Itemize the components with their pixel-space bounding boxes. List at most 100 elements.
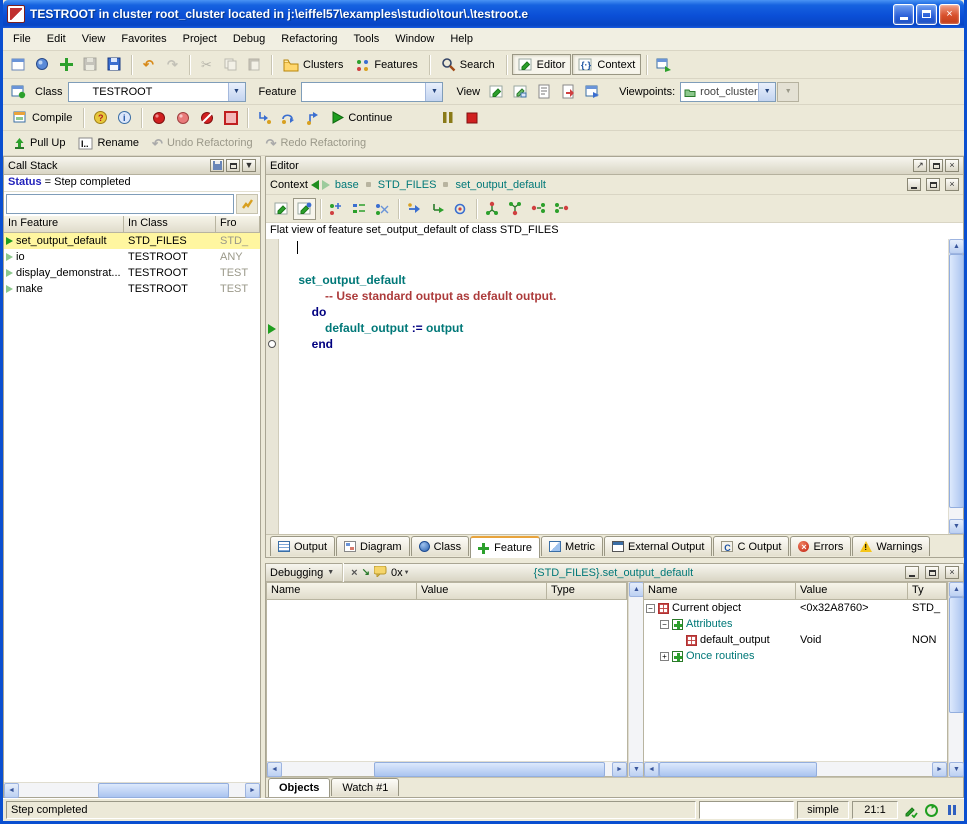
descendants-icon[interactable] [504,198,527,220]
menu-refactoring[interactable]: Refactoring [273,31,345,47]
code-area[interactable]: set_output_default -- Use standard outpu… [279,239,948,534]
undo-refactoring-button[interactable]: ↶ Undo Refactoring [146,134,259,153]
cut-icon[interactable]: ✂ [195,54,218,76]
enable-breakpoints-icon[interactable] [147,107,170,129]
scroll-up-icon[interactable]: ▲ [629,582,644,597]
restore-button[interactable] [916,4,937,25]
flat-contract-view-icon[interactable] [371,198,394,220]
view-open-window-icon[interactable] [581,81,604,103]
column-header-value[interactable]: Value [417,583,547,600]
save-all-icon[interactable] [103,54,126,76]
menu-help[interactable]: Help [442,31,481,47]
disable-breakpoints-icon[interactable] [171,107,194,129]
new-item-icon[interactable] [55,54,78,76]
maximize-panel-icon[interactable] [926,178,940,191]
column-header-name[interactable]: Name [267,583,417,600]
retarget-arrow-icon[interactable]: ↘ [362,567,370,578]
call-stack-row[interactable]: set_output_defaultSTD_FILESSTD_ [4,233,260,249]
tab-class[interactable]: Class [411,536,470,556]
collapse-icon[interactable]: − [660,620,669,629]
hex-format-button[interactable]: 0x▼ [391,567,410,579]
open-new-tab-icon[interactable] [652,54,675,76]
callees-icon[interactable] [550,198,573,220]
close-panel-icon[interactable]: × [945,178,959,191]
scroll-down-icon[interactable]: ▼ [949,519,964,534]
ancestors-icon[interactable] [481,198,504,220]
tab-output[interactable]: Output [270,536,335,556]
menu-project[interactable]: Project [175,31,225,47]
menu-favorites[interactable]: Favorites [113,31,174,47]
contract-view-icon[interactable] [325,198,348,220]
pull-up-button[interactable]: Pull Up [7,134,71,153]
tab-metric[interactable]: Metric [541,536,603,556]
clusters-button[interactable]: Clusters [277,55,349,75]
call-stack-filter-input[interactable] [6,194,234,214]
menu-file[interactable]: File [5,31,39,47]
column-header-in-feature[interactable]: In Feature [4,216,124,233]
history-back-icon[interactable] [311,180,319,190]
column-header-type[interactable]: Ty [908,583,947,600]
call-stack-row[interactable]: makeTESTROOTTEST [4,281,260,297]
result-view-icon[interactable] [426,198,449,220]
new-window-icon[interactable] [7,54,30,76]
step-out-icon[interactable] [301,107,324,129]
menu-tools[interactable]: Tools [346,31,388,47]
menu-edit[interactable]: Edit [39,31,74,47]
continue-button[interactable]: Continue [325,108,398,127]
chevron-down-icon[interactable]: ▼ [425,83,442,101]
scroll-down-icon[interactable]: ▼ [949,762,964,777]
minimize-panel-icon[interactable] [905,566,919,579]
call-stack-header[interactable]: Call Stack ▼ [4,157,260,175]
step-over-icon[interactable] [277,107,300,129]
tab-objects[interactable]: Objects [268,778,330,797]
titlebar[interactable]: TESTROOT in cluster root_cluster located… [3,0,964,28]
menu-view[interactable]: View [74,31,114,47]
column-header-name[interactable]: Name [644,583,796,600]
editor-toggle-button[interactable]: Editor [512,54,572,75]
dock-down-icon[interactable]: ▼ [242,159,256,172]
remove-breakpoints-icon[interactable] [195,107,218,129]
debugging-header[interactable]: Debugging ▼ × ↘ 0x▼ {STD_FILES}.set_outp… [266,564,963,582]
chevron-down-icon[interactable]: ▼ [758,83,775,101]
editor-vscrollbar[interactable]: ▲ ▼ [948,239,963,534]
menu-window[interactable]: Window [387,31,442,47]
breadcrumb-item-set_output_default[interactable]: set_output_default [453,179,548,191]
search-button[interactable]: Search [435,54,501,75]
breakpoints-window-icon[interactable] [219,107,242,129]
info-icon[interactable]: i [113,107,136,129]
callers-icon[interactable] [527,198,550,220]
close-button[interactable]: × [939,4,960,25]
scroll-right-icon[interactable]: ► [932,762,947,777]
pause-button[interactable] [436,107,459,129]
column-header-type[interactable]: Type [547,583,627,600]
view-text-icon[interactable] [533,81,556,103]
features-button[interactable]: Features [350,55,423,75]
open-file-icon[interactable] [31,54,54,76]
viewpoints-combobox[interactable]: root_cluster ▼ [680,82,776,102]
drop-stone-icon[interactable] [236,194,258,214]
expand-icon[interactable]: + [660,652,669,661]
compile-button[interactable]: Compile [7,108,78,128]
chevron-down-icon[interactable]: ▼ [327,569,334,576]
scroll-down-icon[interactable]: ▼ [629,762,644,777]
call-stack-row[interactable]: ioTESTROOTANY [4,249,260,265]
note-icon[interactable] [374,566,387,580]
flat-view-icon[interactable] [293,198,316,220]
class-tool-icon[interactable] [7,81,30,103]
view-editor-icon[interactable] [485,81,508,103]
feature-combobox[interactable]: ▼ [301,82,443,102]
column-header-from[interactable]: Fro [216,216,260,233]
float-window-icon[interactable] [226,159,240,172]
scroll-right-icon[interactable]: ► [245,783,260,798]
maximize-panel-icon[interactable] [929,159,943,172]
interface-view-icon[interactable] [348,198,371,220]
redo-icon[interactable]: ↷ [161,54,184,76]
scroll-up-icon[interactable]: ▲ [949,239,964,254]
tab-c-output[interactable]: C Output [713,536,789,556]
class-combobox[interactable]: TESTROOT ▼ [68,82,246,102]
column-header-value[interactable]: Value [796,583,908,600]
undo-icon[interactable]: ↶ [137,54,160,76]
close-panel-icon[interactable]: × [945,159,959,172]
line-marker-circle-icon[interactable] [268,340,276,348]
go-to-definition-icon[interactable] [403,198,426,220]
